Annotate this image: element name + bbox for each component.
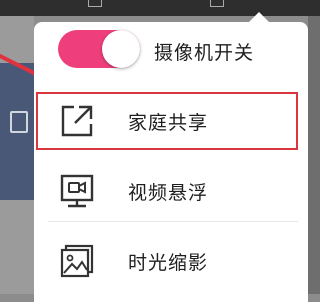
share-icon xyxy=(61,105,93,137)
menu-item-family-share[interactable]: 家庭共享 xyxy=(34,90,308,152)
top-bar-icon xyxy=(88,0,102,7)
top-bar xyxy=(0,0,320,16)
camera-switch-label: 摄像机开关 xyxy=(154,42,255,64)
document-icon xyxy=(10,111,28,133)
menu-item-label: 视频悬浮 xyxy=(128,182,209,204)
video-float-icon xyxy=(60,174,94,208)
camera-switch-row[interactable]: 摄像机开关 xyxy=(34,22,308,84)
timelapse-icon xyxy=(60,244,94,278)
popup-menu: 摄像机开关 家庭共享 视频悬浮 时光缩影 xyxy=(34,22,308,302)
menu-item-label: 家庭共享 xyxy=(128,112,209,134)
menu-item-video-float[interactable]: 视频悬浮 xyxy=(34,160,308,222)
divider xyxy=(48,221,298,222)
toggle-knob[interactable] xyxy=(102,30,140,68)
menu-item-timelapse[interactable]: 时光缩影 xyxy=(34,230,308,292)
top-bar-icon xyxy=(210,0,224,7)
background-edge xyxy=(308,16,320,294)
camera-toggle[interactable] xyxy=(58,30,140,68)
menu-item-label: 时光缩影 xyxy=(128,252,209,274)
